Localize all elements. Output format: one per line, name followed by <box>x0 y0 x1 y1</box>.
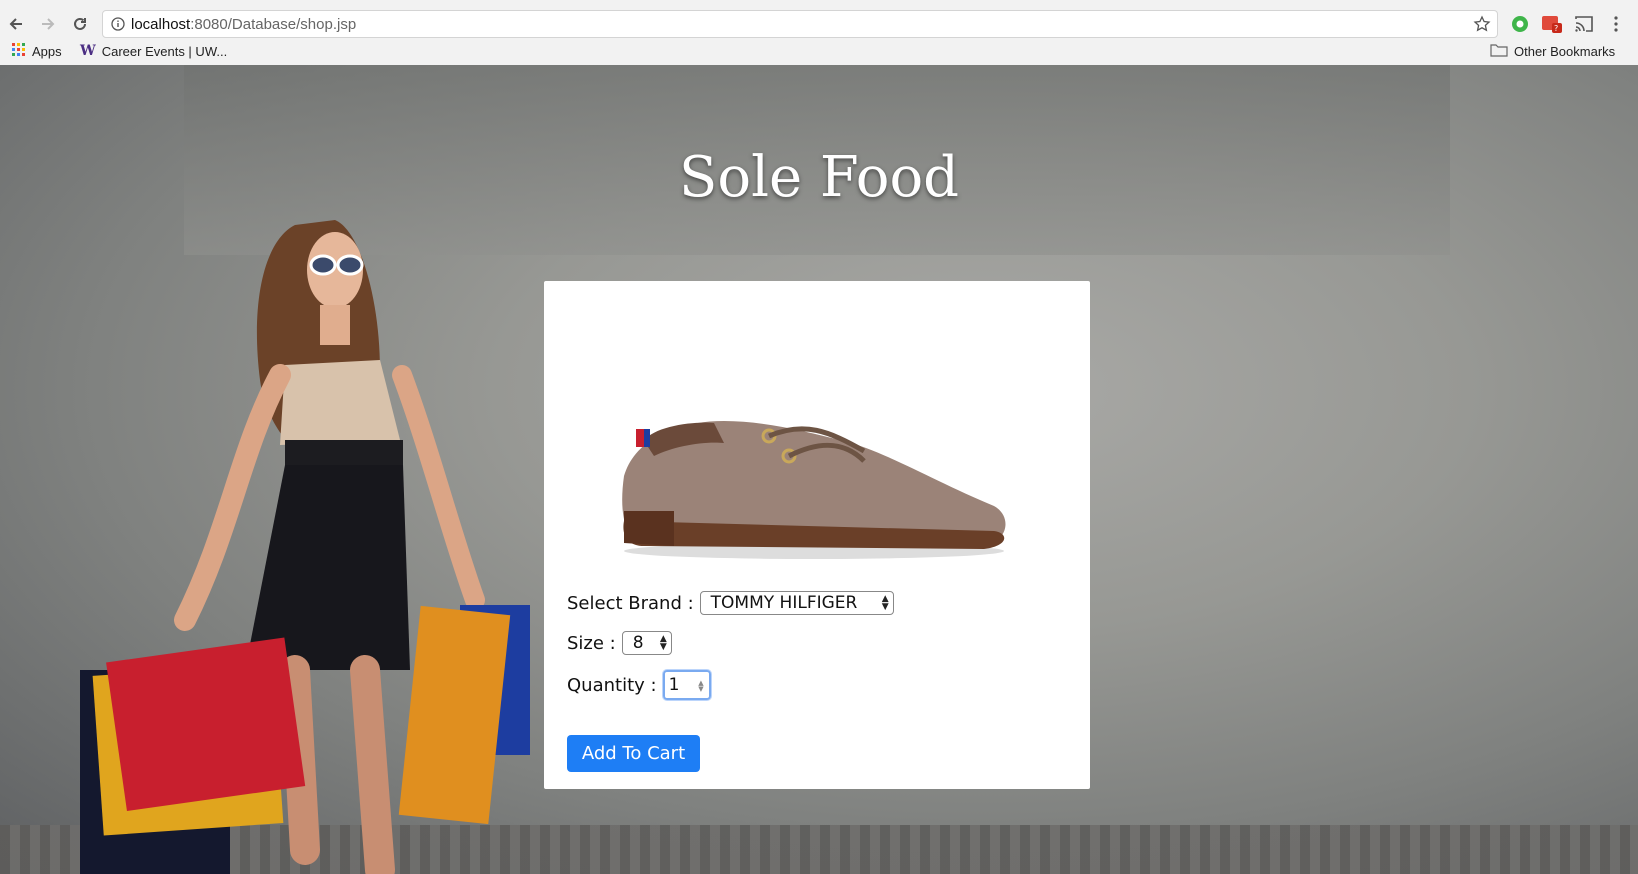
info-icon[interactable] <box>111 17 125 36</box>
other-bookmarks-label: Other Bookmarks <box>1514 44 1616 59</box>
forward-icon[interactable] <box>36 12 60 36</box>
svg-text:?: ? <box>1554 24 1558 33</box>
extension-red-icon[interactable]: ? <box>1540 12 1564 36</box>
brand-label: Select Brand : <box>567 592 694 614</box>
shopper-woman-image <box>80 220 530 874</box>
bookmark-apps[interactable]: Apps <box>12 43 62 60</box>
bookmark-apps-label: Apps <box>32 44 62 59</box>
uw-logo-icon: W <box>80 43 96 59</box>
quantity-input[interactable]: 1 ▲ ▼ <box>662 670 711 700</box>
apps-grid-icon <box>12 43 26 60</box>
navigation-bar: localhost:8080/Database/shop.jsp ? <box>0 8 1638 40</box>
shoe-product-image <box>622 421 1006 559</box>
page-background: Sole Food Select Brand : TOMMY HILFIGER … <box>0 65 1638 874</box>
brand-select[interactable]: TOMMY HILFIGER ▲ ▼ <box>699 591 894 615</box>
url-path: :8080/Database/shop.jsp <box>190 16 357 33</box>
star-icon[interactable] <box>1473 15 1491 38</box>
select-arrows-icon: ▲ ▼ <box>659 634 667 652</box>
page-title: Sole Food <box>679 145 959 210</box>
bookmark-career-events[interactable]: W Career Events | UW... <box>80 43 227 59</box>
address-bar[interactable]: localhost:8080/Database/shop.jsp <box>102 10 1498 38</box>
add-to-cart-button[interactable]: Add To Cart <box>567 735 700 772</box>
menu-icon[interactable] <box>1604 12 1628 36</box>
select-arrows-icon: ▲ ▼ <box>881 594 889 612</box>
back-icon[interactable] <box>4 12 28 36</box>
reload-icon[interactable] <box>68 12 92 36</box>
size-label: Size : <box>567 632 616 654</box>
url-text: localhost:8080/Database/shop.jsp <box>131 16 356 33</box>
size-row: Size : 8 ▲ ▼ <box>567 631 672 655</box>
brand-row: Select Brand : TOMMY HILFIGER ▲ ▼ <box>567 591 894 615</box>
quantity-row: Quantity : 1 ▲ ▼ <box>567 670 711 700</box>
size-select[interactable]: 8 ▲ ▼ <box>621 631 672 655</box>
bookmark-career-events-label: Career Events | UW... <box>101 43 228 59</box>
product-card: Select Brand : TOMMY HILFIGER ▲ ▼ Size : … <box>544 281 1090 789</box>
browser-chrome: localhost:8080/Database/shop.jsp ? Apps … <box>0 0 1638 66</box>
folder-icon <box>1490 43 1508 60</box>
bookmarks-bar: Apps W Career Events | UW... Other Bookm… <box>0 41 1638 63</box>
quantity-label: Quantity : <box>567 674 657 696</box>
url-host: localhost <box>131 16 191 33</box>
other-bookmarks[interactable]: Other Bookmarks <box>1490 43 1615 60</box>
extension-green-icon[interactable] <box>1508 12 1532 36</box>
size-select-value: 8 <box>632 633 644 653</box>
cast-icon[interactable] <box>1572 12 1596 36</box>
spinner-icon[interactable]: ▲ ▼ <box>698 680 703 693</box>
quantity-value: 1 <box>668 675 680 695</box>
brand-select-value: TOMMY HILFIGER <box>710 593 858 613</box>
